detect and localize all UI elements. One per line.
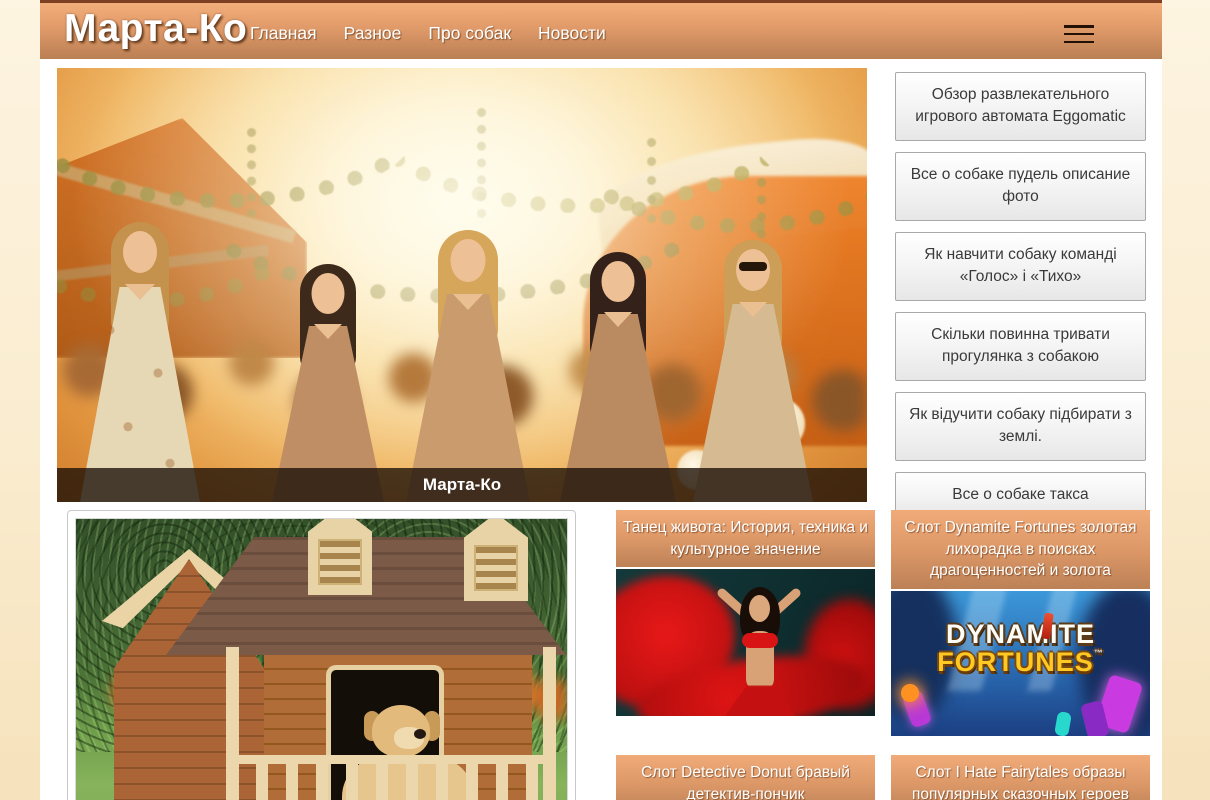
hero-image: Марта-Ко [57, 68, 867, 502]
doghouse-image [75, 518, 568, 800]
detective-donut-title[interactable]: Слот Detective Donut бравый детектив-пон… [616, 755, 875, 800]
sidebar-item-voice-command[interactable]: Як навчити собаку команді «Голос» і «Тих… [895, 232, 1146, 301]
sidebar-item-eggomatic[interactable]: Обзор развлекательного игрового автомата… [895, 72, 1146, 141]
dancer [742, 633, 778, 648]
sidebar: Обзор развлекательного игрового автомата… [895, 72, 1146, 529]
glowing-orb [901, 684, 919, 702]
sidebar-item-pickup-habit[interactable]: Як відучити собаку підбирати з землі. [895, 392, 1146, 461]
doghouse-dormer [308, 518, 372, 595]
hero-caption: Марта-Ко [57, 468, 867, 502]
belly-dance-card: Танец живота: История, техника и культур… [616, 510, 875, 716]
hamburger-menu-icon[interactable] [1064, 25, 1094, 43]
hero-woman-figure [557, 252, 679, 502]
dynamite-fortunes-card: Слот Dynamite Fortunes золотая лихорадка… [891, 510, 1150, 736]
crystal [1054, 711, 1072, 736]
doghouse-railing [226, 755, 556, 800]
nav-item-dogs[interactable]: Про собак [428, 23, 511, 44]
hero-woman-figure [402, 230, 534, 502]
doghouse-article-card[interactable] [67, 510, 576, 800]
fairytales-title[interactable]: Слот I Hate Fairytales образы популярных… [891, 755, 1150, 800]
fairytales-card: Слот I Hate Fairytales образы популярных… [891, 755, 1150, 800]
main-nav: Главная Разное Про собак Новости [250, 23, 606, 44]
sidebar-item-walk-duration[interactable]: Скільки повинна тривати прогулянка з соб… [895, 312, 1146, 381]
dynamite-fortunes-title[interactable]: Слот Dynamite Fortunes золотая лихорадка… [891, 510, 1150, 589]
belly-dance-title[interactable]: Танец живота: История, техника и культур… [616, 510, 875, 567]
site-header: Марта-Ко Главная Разное Про собак Новост… [40, 0, 1162, 59]
site-logo[interactable]: Марта-Ко [64, 7, 247, 51]
nav-item-news[interactable]: Новости [538, 23, 606, 44]
doghouse-dormer [464, 518, 528, 601]
sidebar-item-poodle[interactable]: Все о собаке пудель описание фото [895, 152, 1146, 221]
detective-donut-card: Слот Detective Donut бравый детектив-пон… [616, 755, 875, 800]
dynamite-fortunes-logo: DYNAMITE FORTUNES™ [891, 621, 1150, 676]
hero-woman-figure [269, 264, 387, 502]
hero-woman-figure [75, 222, 205, 502]
belly-dance-image[interactable] [616, 569, 875, 716]
content-wrapper: Марта-Ко Главная Разное Про собак Новост… [40, 0, 1162, 800]
nav-item-home[interactable]: Главная [250, 23, 317, 44]
dog [414, 729, 426, 739]
hero-woman-figure [689, 240, 817, 502]
nav-item-misc[interactable]: Разное [344, 23, 402, 44]
sunglasses-icon [739, 262, 767, 271]
dynamite-fortunes-image[interactable]: DYNAMITE FORTUNES™ [891, 591, 1150, 736]
